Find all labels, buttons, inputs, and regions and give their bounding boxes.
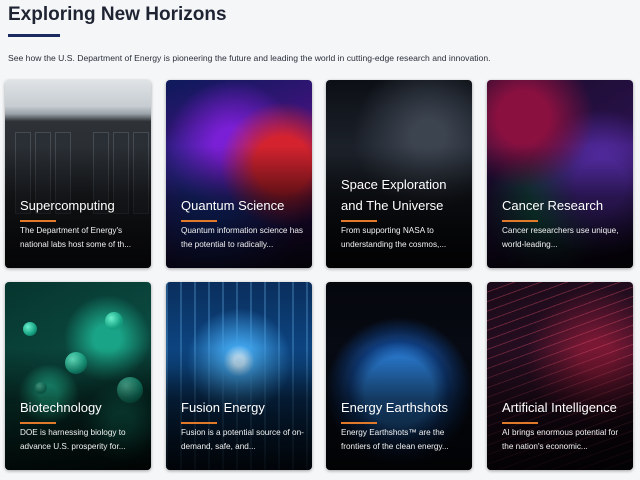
card-accent-line (341, 422, 377, 424)
card-description: From supporting NASA to understanding th… (341, 226, 447, 249)
card-fusion-energy[interactable]: Fusion Energy Fusion is a potential sour… (166, 282, 312, 470)
card-title: Quantum Science (181, 198, 285, 213)
card-accent-line (502, 220, 538, 222)
card-cancer-research[interactable]: Cancer Research Cancer researchers use u… (487, 80, 633, 268)
title-underline (8, 34, 60, 37)
card-artificial-intelligence[interactable]: Artificial Intelligence AI brings enormo… (487, 282, 633, 470)
card-accent-line (502, 422, 538, 424)
card-biotechnology[interactable]: Biotechnology DOE is harnessing biology … (5, 282, 151, 470)
card-supercomputing[interactable]: Supercomputing The Department of Energy'… (5, 80, 151, 268)
card-description: AI brings enormous potential for the nat… (502, 428, 619, 451)
card-title: Biotechnology (20, 400, 102, 415)
card-title: Energy Earthshots (341, 400, 448, 415)
card-description: DOE is harnessing biology to advance U.S… (20, 428, 126, 451)
card-description: Fusion is a potential source of on-deman… (181, 428, 304, 451)
card-accent-line (20, 220, 56, 222)
page-title: Exploring New Horizons (8, 4, 227, 25)
card-title: Fusion Energy (181, 400, 265, 415)
card-description: The Department of Energy's national labs… (20, 226, 132, 249)
card-description: Cancer researchers use unique, world-lea… (502, 226, 619, 249)
card-accent-line (341, 220, 377, 222)
card-quantum-science[interactable]: Quantum Science Quantum information scie… (166, 80, 312, 268)
card-description: Quantum information science has the pote… (181, 226, 303, 249)
page-subtitle: See how the U.S. Department of Energy is… (8, 53, 491, 63)
card-accent-line (181, 422, 217, 424)
card-title: Space Exploration and The Universe (341, 177, 447, 213)
card-title: Artificial Intelligence (502, 400, 617, 415)
card-energy-earthshots[interactable]: Energy Earthshots Energy Earthshots™ are… (326, 282, 472, 470)
card-accent-line (20, 422, 56, 424)
card-space-exploration[interactable]: Space Exploration and The Universe From … (326, 80, 472, 268)
card-accent-line (181, 220, 217, 222)
card-title: Cancer Research (502, 198, 604, 213)
card-title: Supercomputing (20, 198, 115, 213)
card-description: Energy Earthshots™ are the frontiers of … (341, 428, 449, 451)
topics-grid: Supercomputing The Department of Energy'… (5, 80, 633, 470)
